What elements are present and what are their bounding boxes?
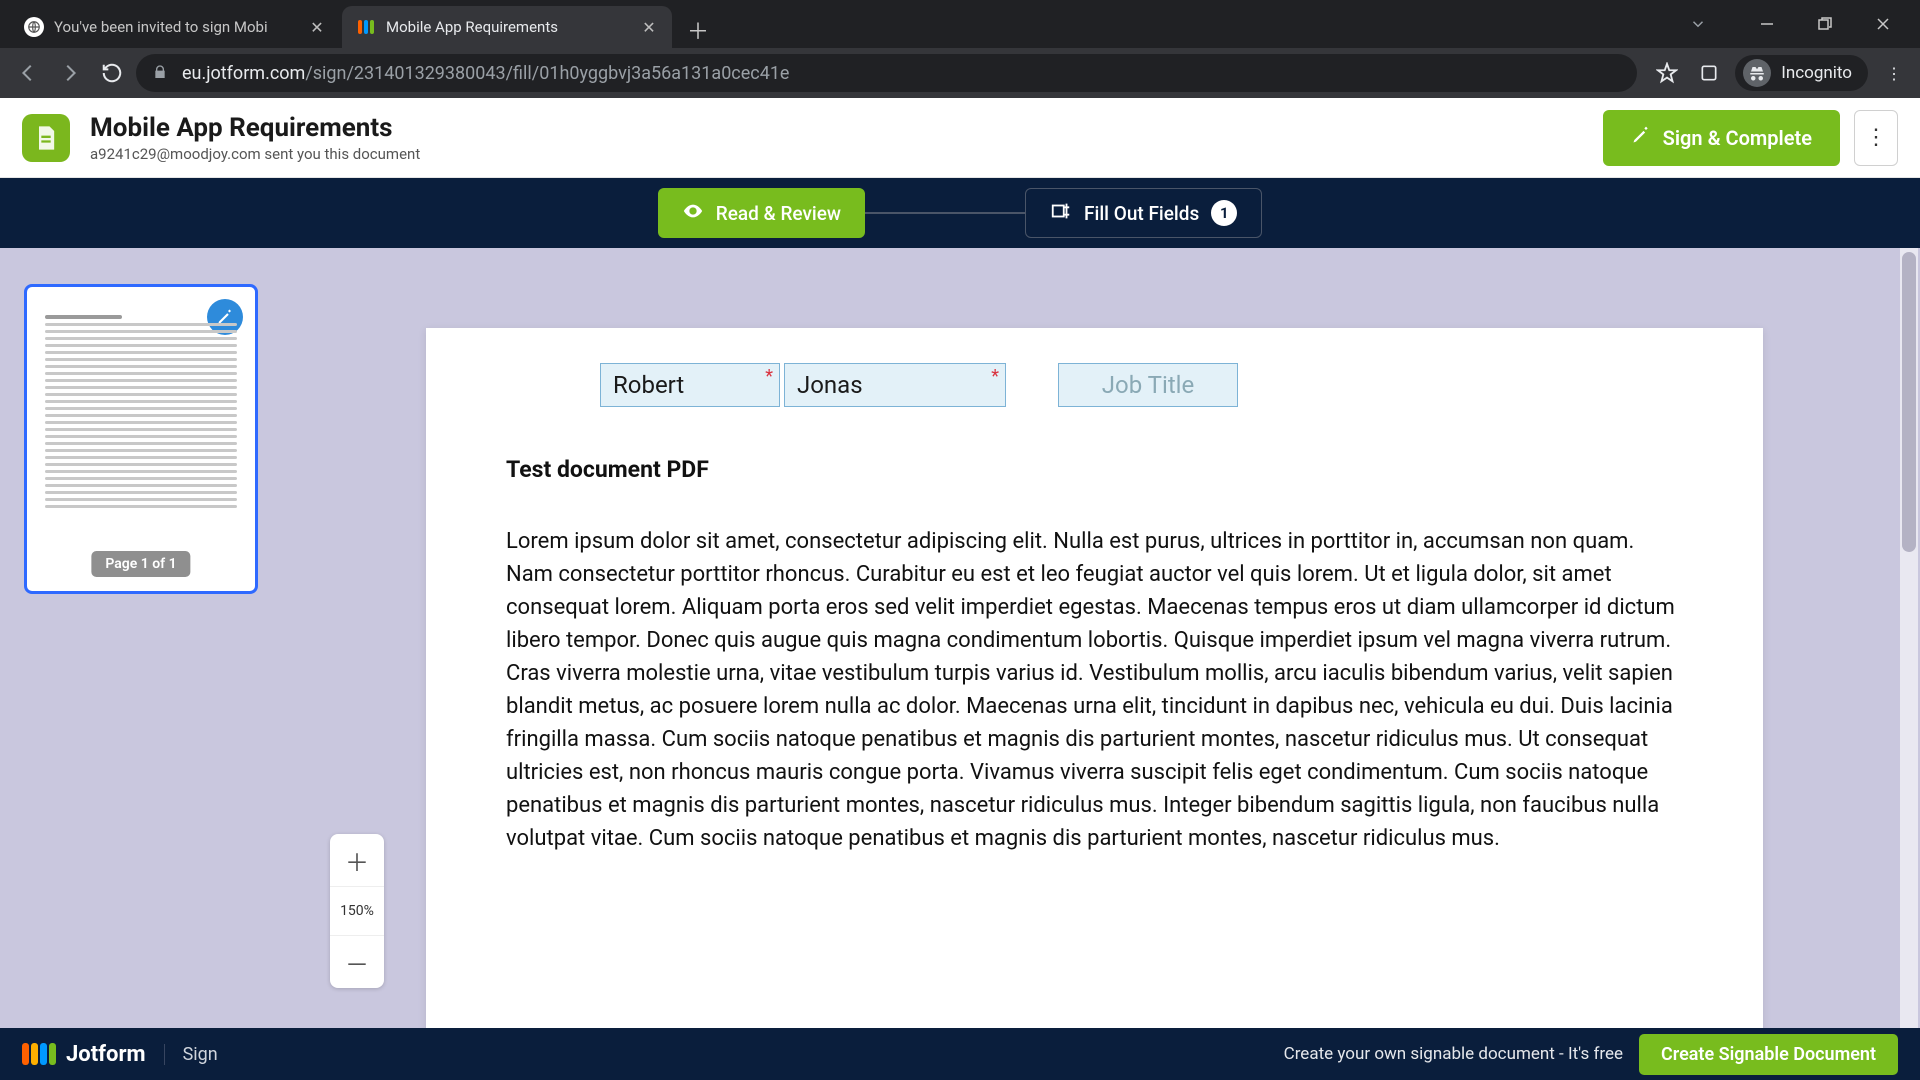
step-read-label: Read & Review — [716, 202, 841, 225]
document-page[interactable]: Test document PDF Lorem ipsum dolor sit … — [426, 328, 1763, 1028]
jotform-logo[interactable]: Jotform — [22, 1042, 146, 1067]
header-menu-button[interactable]: ⋮ — [1854, 110, 1898, 166]
bookmark-icon[interactable] — [1651, 57, 1683, 89]
zoom-control: ＋ 150% － — [330, 834, 384, 988]
vertical-scrollbar-thumb[interactable] — [1902, 252, 1916, 552]
jotform-brand-text: Jotform — [66, 1042, 146, 1067]
address-bar[interactable]: eu.jotform.com/sign/231401329380043/fill… — [136, 54, 1637, 92]
zoom-in-button[interactable]: ＋ — [330, 834, 384, 886]
required-asterisk: * — [991, 366, 999, 387]
jotform-mark-icon — [22, 1043, 56, 1065]
incognito-icon — [1743, 59, 1771, 87]
url-path: /sign/231401329380043/fill/01h0yggbvj3a5… — [305, 63, 789, 84]
steps-bar: Read & Review Fill Out Fields 1 — [0, 178, 1920, 248]
pen-icon — [1631, 125, 1651, 150]
first-name-field[interactable]: Robert * — [600, 363, 780, 407]
document-logo-icon — [22, 114, 70, 162]
lock-icon — [152, 64, 170, 82]
window-minimize-button[interactable] — [1738, 4, 1796, 44]
page-subtitle: a9241c29@moodjoy.com sent you this docum… — [90, 145, 1603, 163]
extensions-icon[interactable] — [1693, 57, 1725, 89]
page-thumbnail[interactable]: Page 1 of 1 — [24, 284, 258, 594]
step-read-review[interactable]: Read & Review — [658, 188, 865, 238]
step-connector — [865, 212, 1025, 214]
footer-bar: Jotform Sign Create your own signable do… — [0, 1028, 1920, 1080]
tab-title: Mobile App Requirements — [386, 18, 632, 36]
fill-count-badge: 1 — [1211, 200, 1237, 226]
create-signable-button[interactable]: Create Signable Document — [1639, 1034, 1898, 1075]
app-header: Mobile App Requirements a9241c29@moodjoy… — [0, 98, 1920, 178]
url-host: eu.jotform.com — [182, 63, 305, 84]
globe-icon — [24, 17, 44, 37]
footer-sign-label: Sign — [164, 1044, 218, 1065]
first-name-value: Robert — [613, 371, 684, 399]
close-icon[interactable]: ✕ — [308, 18, 326, 36]
zoom-level: 150% — [330, 886, 384, 936]
incognito-label: Incognito — [1781, 63, 1852, 83]
browser-tab[interactable]: You've been invited to sign Mobi ✕ — [10, 6, 340, 48]
job-title-field[interactable]: Job Title — [1058, 363, 1238, 407]
vertical-scrollbar-track[interactable] — [1900, 248, 1918, 1028]
close-icon[interactable]: ✕ — [640, 18, 658, 36]
reload-button[interactable] — [94, 55, 130, 91]
document-heading: Test document PDF — [506, 456, 1683, 483]
step-fill-label: Fill Out Fields — [1084, 202, 1199, 225]
required-asterisk: * — [765, 366, 773, 387]
tab-title: You've been invited to sign Mobi — [54, 18, 300, 36]
page-title: Mobile App Requirements — [90, 113, 1603, 143]
last-name-field[interactable]: Jonas * — [784, 363, 1006, 407]
jotform-favicon-icon — [356, 17, 376, 37]
last-name-value: Jonas — [797, 371, 863, 399]
zoom-out-button[interactable]: － — [330, 936, 384, 988]
sign-complete-label: Sign & Complete — [1663, 126, 1812, 150]
sign-complete-button[interactable]: Sign & Complete — [1603, 110, 1840, 166]
document-body: Lorem ipsum dolor sit amet, consectetur … — [506, 525, 1683, 855]
footer-text: Create your own signable document - It's… — [1284, 1044, 1623, 1064]
create-signable-label: Create Signable Document — [1661, 1044, 1876, 1065]
browser-menu-button[interactable]: ⋮ — [1878, 57, 1910, 89]
incognito-indicator[interactable]: Incognito — [1735, 55, 1868, 91]
step-fill-fields[interactable]: Fill Out Fields 1 — [1025, 188, 1262, 238]
tabs-dropdown-icon[interactable] — [1678, 4, 1718, 44]
thumbnail-preview — [45, 315, 237, 531]
window-maximize-button[interactable] — [1796, 4, 1854, 44]
window-close-button[interactable] — [1854, 4, 1912, 44]
browser-tab-active[interactable]: Mobile App Requirements ✕ — [342, 6, 672, 48]
new-tab-button[interactable]: ＋ — [680, 12, 716, 48]
back-button[interactable] — [10, 55, 46, 91]
forward-button — [52, 55, 88, 91]
job-title-placeholder: Job Title — [1102, 371, 1194, 399]
eye-icon — [682, 200, 704, 227]
thumbnail-caption: Page 1 of 1 — [91, 551, 190, 577]
workspace: Page 1 of 1 ＋ 150% － Test document PDF L… — [0, 248, 1920, 1028]
form-icon — [1050, 200, 1072, 227]
